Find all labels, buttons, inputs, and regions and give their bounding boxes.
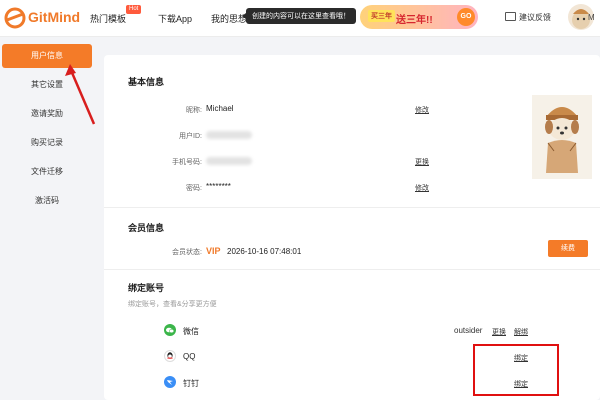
phone-change-link[interactable]: 更换 xyxy=(415,157,429,167)
sidebar-item-activation-code[interactable]: 激活码 xyxy=(2,189,92,213)
wechat-icon xyxy=(164,324,176,336)
member-status-label: 会员状态: xyxy=(172,249,202,256)
promo-go-button[interactable]: GO xyxy=(457,8,475,26)
basic-info-title: 基本信息 xyxy=(128,77,165,87)
nickname-label: 昵称: xyxy=(186,107,202,114)
sidebar-item-purchase-records[interactable]: 购买记录 xyxy=(2,131,92,155)
promo-tag: 买三年 xyxy=(368,10,395,22)
vip-badge: VIP xyxy=(206,246,221,256)
divider xyxy=(104,207,600,208)
highlight-box xyxy=(473,344,559,396)
nickname-edit-link[interactable]: 修改 xyxy=(415,105,429,115)
user-id-blurred xyxy=(206,131,252,139)
user-id-label: 用户ID: xyxy=(179,133,202,140)
profile-avatar[interactable] xyxy=(532,95,592,179)
member-info-title: 会员信息 xyxy=(128,223,165,233)
avatar-label[interactable]: M xyxy=(588,13,595,22)
promo-banner[interactable]: 买三年 送三年!! GO xyxy=(360,5,478,29)
annotation-arrow-icon xyxy=(65,64,96,125)
wechat-unbind-link[interactable]: 解绑 xyxy=(514,327,528,337)
phone-label: 手机号码: xyxy=(172,159,202,166)
feedback-label: 建议反馈 xyxy=(519,13,551,22)
tooltip: 创建的内容可以在这里查看哦！ xyxy=(242,8,356,24)
wechat-username: outsider xyxy=(454,326,483,335)
qq-icon xyxy=(164,350,176,362)
feedback-link[interactable]: 建议反馈 xyxy=(505,12,551,23)
mail-icon xyxy=(505,12,516,21)
password-edit-link[interactable]: 修改 xyxy=(415,183,429,193)
renew-button[interactable]: 续费 xyxy=(548,240,588,257)
hot-badge: Hot xyxy=(126,5,142,14)
wechat-label: 微信 xyxy=(183,327,199,336)
bind-accounts-title: 绑定账号 xyxy=(128,283,165,293)
divider xyxy=(104,269,600,270)
vip-expire-date: 2026-10-16 07:48:01 xyxy=(227,247,302,256)
gitmind-logo-icon[interactable] xyxy=(4,7,26,29)
sidebar-item-file-migration[interactable]: 文件迁移 xyxy=(2,160,92,184)
top-header: GitMind 热门模板 Hot 下载App 我的思想 创建的内容可以在这里查看… xyxy=(0,0,600,37)
dingtalk-label: 钉钉 xyxy=(183,379,199,388)
nav-download-app[interactable]: 下载App xyxy=(158,12,192,25)
nav-hot-templates[interactable]: 热门模板 xyxy=(90,12,126,25)
password-value: ******** xyxy=(206,182,231,191)
promo-text: 送三年!! xyxy=(396,15,433,26)
dingtalk-icon xyxy=(164,376,176,388)
logo-text[interactable]: GitMind xyxy=(28,9,80,25)
bind-accounts-subtitle: 绑定账号，查看&分享更方便 xyxy=(128,301,217,308)
phone-blurred xyxy=(206,157,252,165)
nickname-value: Michael xyxy=(206,104,234,113)
dog-illustration-icon xyxy=(545,107,579,173)
wechat-change-link[interactable]: 更换 xyxy=(492,327,506,337)
password-label: 密码: xyxy=(186,185,202,192)
qq-label: QQ xyxy=(183,352,196,361)
